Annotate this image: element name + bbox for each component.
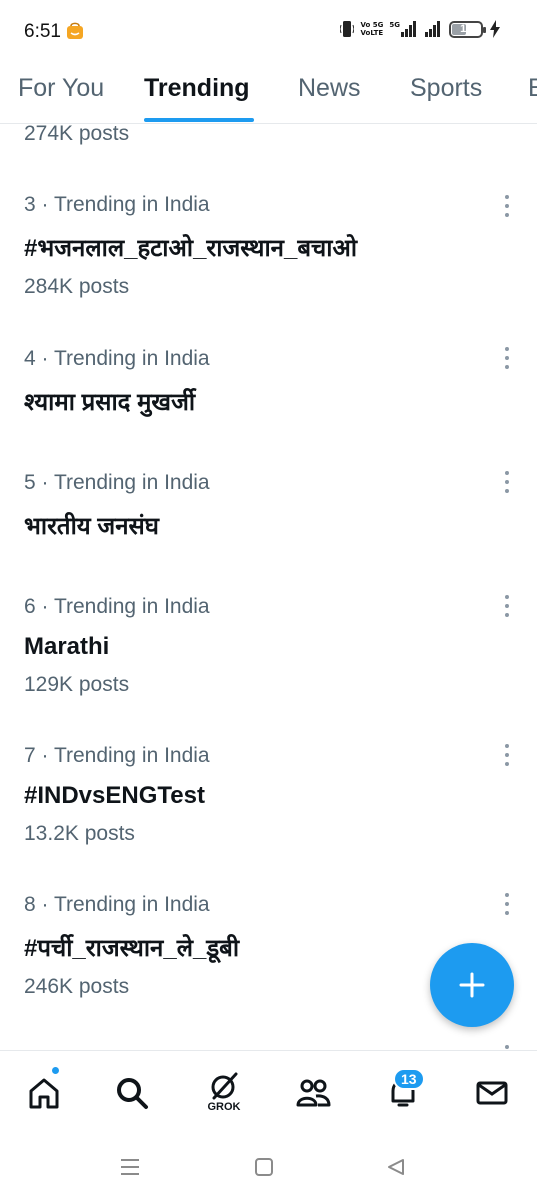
trend-meta: 6 · Trending in India — [24, 595, 210, 618]
search-icon — [117, 1078, 148, 1109]
trending-list: 274K posts 3 · Trending in India #भजनलाल… — [0, 125, 537, 1050]
trend-title: #INDvsENGTest — [24, 782, 205, 809]
tab-entertainment[interactable]: E — [528, 74, 537, 103]
trend-meta: 3 · Trending in India — [24, 193, 210, 216]
tab-news[interactable]: News — [298, 74, 361, 103]
mail-icon — [476, 1081, 508, 1105]
trend-posts: 129K posts — [24, 673, 130, 696]
more-options-icon[interactable] — [496, 1043, 518, 1050]
nav-communities[interactable] — [291, 1071, 335, 1115]
more-options-icon[interactable] — [496, 193, 518, 219]
trend-title: श्यामा प्रसाद मुखर्जी — [24, 389, 196, 416]
battery-level: 11 — [460, 23, 472, 35]
tab-for-you[interactable]: For You — [18, 74, 104, 103]
home-icon — [29, 1078, 59, 1109]
trend-title: #भजनलाल_हटाओ_राजस्थान_बचाओ — [24, 235, 358, 262]
nav-search[interactable] — [110, 1071, 154, 1115]
signal-bars-icon — [401, 21, 416, 37]
system-home-button[interactable] — [249, 1152, 279, 1182]
trend-meta: 7 · Trending in India — [24, 744, 210, 767]
shopping-bag-icon — [67, 22, 83, 39]
more-options-icon[interactable] — [496, 891, 518, 917]
trend-meta: 4 · Trending in India — [24, 347, 210, 370]
more-options-icon[interactable] — [496, 593, 518, 619]
grok-label: GROK — [207, 1101, 241, 1113]
plus-icon — [459, 972, 485, 998]
trend-title: #पर्ची_राजस्थान_ले_डूबी — [24, 935, 240, 962]
status-time: 6:51 — [24, 21, 61, 42]
status-indicators: Vo 5G VoLTE 5G 11 — [340, 20, 501, 38]
vibrate-icon — [340, 21, 355, 37]
trend-title: भारतीय जनसंघ — [24, 513, 159, 540]
more-options-icon[interactable] — [496, 469, 518, 495]
tab-trending[interactable]: Trending — [144, 74, 250, 103]
nav-messages[interactable] — [470, 1071, 514, 1115]
charging-bolt-icon — [490, 20, 500, 38]
recent-apps-button[interactable] — [115, 1152, 145, 1182]
trend-posts: 284K posts — [24, 275, 130, 298]
trend-title: Marathi — [24, 633, 110, 660]
home-unread-dot — [51, 1066, 60, 1075]
vo5g-label: Vo 5G — [360, 21, 384, 29]
home-square-icon — [255, 1158, 273, 1176]
notification-count-badge: 13 — [393, 1068, 425, 1090]
volte-label: VoLTE — [360, 29, 384, 37]
signal-5g: 5G — [389, 21, 417, 37]
signal-bars-icon-2 — [425, 21, 440, 37]
grok-icon — [211, 1072, 238, 1100]
menu-icon — [121, 1159, 139, 1175]
tab-sports[interactable]: Sports — [410, 74, 482, 103]
more-options-icon[interactable] — [496, 345, 518, 371]
bottom-nav-bar: GROK — [0, 1050, 537, 1130]
trend-meta: 8 · Trending in India — [24, 893, 210, 916]
explore-tabs: For You Trending News Sports E — [0, 66, 537, 124]
nav-home[interactable] — [22, 1071, 66, 1115]
volte-labels: Vo 5G VoLTE — [360, 21, 383, 37]
people-icon — [296, 1079, 331, 1107]
back-triangle-icon — [388, 1159, 404, 1175]
battery-indicator: 11 — [449, 20, 486, 38]
trend-posts: 246K posts — [24, 975, 130, 998]
partial-trend-posts: 274K posts — [24, 125, 130, 145]
active-tab-indicator — [144, 118, 254, 122]
trend-meta: 5 · Trending in India — [24, 471, 210, 494]
system-back-button[interactable] — [381, 1152, 411, 1182]
5g-label: 5G — [389, 21, 400, 29]
more-options-icon[interactable] — [496, 742, 518, 768]
compose-post-button[interactable] — [430, 943, 514, 1027]
system-nav-bar — [0, 1130, 537, 1200]
nav-grok[interactable]: GROK — [202, 1071, 246, 1115]
status-bar: 6:51 Vo 5G VoLTE 5G 11 — [0, 0, 537, 62]
trend-posts: 13.2K posts — [24, 822, 135, 845]
